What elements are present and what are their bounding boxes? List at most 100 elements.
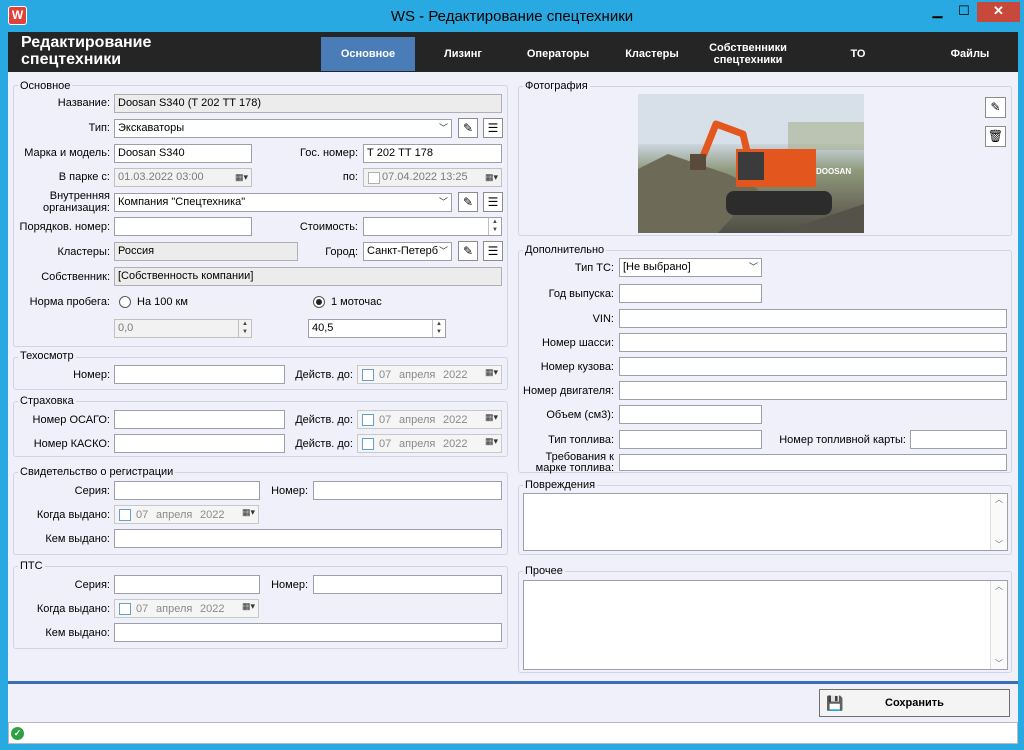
scrollbar[interactable]: ︿ ﹀: [990, 581, 1007, 669]
damage-textarea[interactable]: ︿ ﹀: [523, 493, 1008, 551]
park-from-label: В парке с:: [58, 171, 110, 183]
edit-photo-button[interactable]: ✎: [985, 97, 1006, 118]
scroll-down-icon[interactable]: ﹀: [991, 539, 1007, 550]
per100-radio[interactable]: [119, 296, 131, 308]
calendar-icon: ▦▾: [484, 412, 498, 422]
minimize-button[interactable]: ▁: [924, 2, 951, 22]
pts-date-picker[interactable]: 07 апреля 2022 ▦▾: [114, 599, 259, 618]
save-button[interactable]: 💾 Сохранить: [819, 689, 1010, 717]
date-month: апреля: [156, 509, 193, 521]
vin-field[interactable]: [619, 309, 1007, 328]
pts-number-field[interactable]: [313, 575, 502, 594]
tab-operators[interactable]: Операторы: [515, 37, 601, 71]
chassis-field[interactable]: [619, 333, 1007, 352]
tab-main[interactable]: Основное: [321, 37, 415, 71]
mileage-label: Норма пробега:: [29, 296, 110, 308]
reg-date-checkbox[interactable]: [119, 509, 131, 521]
kasko-field[interactable]: [114, 434, 285, 453]
scrollbar[interactable]: ︿ ﹀: [990, 494, 1007, 550]
scroll-up-icon[interactable]: ︿: [991, 494, 1007, 505]
park-to-label: по:: [342, 171, 358, 183]
osago-field[interactable]: [114, 410, 285, 429]
list-type-button[interactable]: ☰: [483, 118, 503, 138]
reg-issued-by-field[interactable]: [114, 529, 502, 548]
pts-date-checkbox[interactable]: [119, 603, 131, 615]
reg-number-field[interactable]: [313, 481, 502, 500]
close-button[interactable]: ✕: [977, 2, 1020, 22]
edit-org-button[interactable]: ✎: [458, 192, 478, 212]
chevron-down-icon: ﹀: [748, 262, 758, 272]
other-textarea[interactable]: ︿ ﹀: [523, 580, 1008, 670]
trash-icon: 🗑: [987, 129, 1004, 143]
fuel-card-field[interactable]: [910, 430, 1007, 449]
maximize-button[interactable]: ☐: [951, 2, 977, 22]
delete-photo-button[interactable]: 🗑: [985, 126, 1006, 147]
tab-owners[interactable]: Собственники спецтехники: [700, 37, 796, 71]
perhour-radio[interactable]: [313, 296, 325, 308]
body-number-field[interactable]: [619, 357, 1007, 376]
tab-leasing[interactable]: Лизинг: [425, 37, 501, 71]
park-from-field[interactable]: 01.03.2022 03:00 ▦▾: [114, 168, 252, 187]
date-year: 2022: [443, 369, 468, 381]
reg-date-picker[interactable]: 07 апреля 2022 ▦▾: [114, 505, 259, 524]
reg-series-field[interactable]: [114, 481, 260, 500]
inspection-number-field[interactable]: [114, 365, 285, 384]
inspection-valid-label: Действ. до:: [295, 369, 353, 381]
cost-field[interactable]: ▲ ▼: [363, 217, 502, 236]
order-number-field[interactable]: [114, 217, 252, 236]
pts-number-label: Номер:: [271, 579, 308, 591]
engine-number-field[interactable]: [619, 381, 1007, 400]
tab-maintenance[interactable]: ТО: [820, 37, 896, 71]
city-select[interactable]: Санкт-Петерб ﹀: [363, 242, 452, 261]
per100-field[interactable]: 0,0 ▲ ▼: [114, 319, 252, 338]
list-icon: ☰: [487, 244, 499, 258]
osago-date-picker[interactable]: 07 апреля 2022 ▦▾: [357, 410, 502, 429]
spinner-icon[interactable]: ▲ ▼: [488, 218, 501, 235]
chevron-down-icon: ﹀: [438, 246, 448, 256]
type-value: Экскаваторы: [118, 122, 185, 134]
edit-city-button[interactable]: ✎: [458, 241, 478, 261]
kasko-date-checkbox[interactable]: [362, 438, 374, 450]
park-to-field[interactable]: 07.04.2022 13:25 ▦▾: [363, 168, 502, 187]
name-field[interactable]: Doosan S340 (Т 202 ТТ 178): [114, 94, 502, 113]
list-org-button[interactable]: ☰: [483, 192, 503, 212]
year-label: Год выпуска:: [548, 288, 614, 300]
spinner-icon[interactable]: ▲ ▼: [238, 320, 251, 337]
edit-type-button[interactable]: ✎: [458, 118, 478, 138]
kasko-date-picker[interactable]: 07 апреля 2022 ▦▾: [357, 434, 502, 453]
perhour-value: 40,5: [312, 322, 334, 334]
list-city-button[interactable]: ☰: [483, 241, 503, 261]
osago-date-checkbox[interactable]: [362, 414, 374, 426]
date-day: 07: [379, 369, 392, 381]
org-select[interactable]: Компания "Спецтехника" ﹀: [114, 193, 452, 212]
park-to-checkbox[interactable]: [368, 172, 380, 184]
tab-clusters[interactable]: Кластеры: [612, 37, 692, 71]
gos-number-field[interactable]: Т 202 ТТ 178: [363, 144, 502, 163]
tab-files[interactable]: Файлы: [930, 37, 1010, 71]
vehicle-type-select[interactable]: [Не выбрано] ﹀: [619, 258, 762, 277]
chevron-down-icon: ﹀: [438, 197, 448, 207]
inspection-number-label: Номер:: [73, 369, 110, 381]
fuel-type-field[interactable]: [619, 430, 762, 449]
brand-field[interactable]: Doosan S340: [114, 144, 252, 163]
perhour-field[interactable]: 40,5 ▲ ▼: [308, 319, 446, 338]
scroll-up-icon[interactable]: ︿: [991, 581, 1007, 592]
owner-field[interactable]: [Собственность компании]: [114, 267, 502, 286]
inspection-date-picker[interactable]: 07 апреля 2022 ▦▾: [357, 365, 502, 384]
inspection-date-checkbox[interactable]: [362, 369, 374, 381]
type-label: Тип:: [88, 122, 110, 134]
scroll-down-icon[interactable]: ﹀: [991, 658, 1007, 669]
date-year: 2022: [443, 414, 468, 426]
type-select[interactable]: Экскаваторы ﹀: [114, 119, 452, 138]
vin-label: VIN:: [592, 313, 614, 325]
pts-series-field[interactable]: [114, 575, 260, 594]
fuel-req-field[interactable]: [619, 454, 1007, 471]
calendar-icon: ▦▾: [484, 436, 498, 446]
pts-issued-by-field[interactable]: [114, 623, 502, 642]
volume-field[interactable]: [619, 405, 762, 424]
spinner-icon[interactable]: ▲ ▼: [432, 320, 445, 337]
year-field[interactable]: [619, 284, 762, 303]
clusters-field[interactable]: Россия: [114, 242, 298, 261]
excavator-photo: DOOSAN: [638, 94, 864, 233]
other-title: Прочее: [523, 565, 565, 577]
